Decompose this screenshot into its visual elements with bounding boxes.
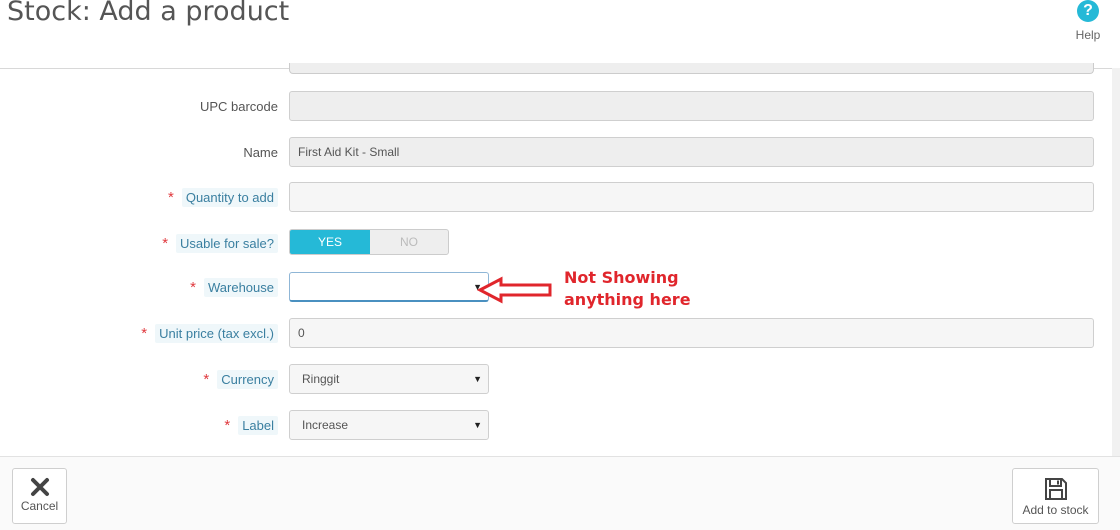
currency-label: * Currency xyxy=(203,364,278,396)
cancel-label: Cancel xyxy=(20,499,59,513)
upc-row: UPC barcode xyxy=(0,91,1112,123)
chevron-down-icon: ▼ xyxy=(473,374,482,384)
cancel-button[interactable]: Cancel xyxy=(12,468,67,524)
form-footer: Cancel Add to stock xyxy=(0,456,1120,530)
unit-price-row: * Unit price (tax excl.) 0 xyxy=(0,318,1112,350)
currency-row: * Currency Ringgit ▼ xyxy=(0,364,1112,396)
add-to-stock-label: Add to stock xyxy=(1022,503,1089,517)
annotation-note: Not Showing anything here xyxy=(564,267,691,311)
required-mark: * xyxy=(190,279,196,296)
chevron-down-icon: ▼ xyxy=(473,420,482,430)
label-row: * Label Increase ▼ xyxy=(0,410,1112,442)
previous-field-stub xyxy=(289,63,1094,74)
form-panel: UPC barcode Name First Aid Kit - Small *… xyxy=(0,63,1112,456)
save-icon xyxy=(1044,478,1067,500)
help-label: Help xyxy=(1075,28,1101,42)
scrollbar[interactable] xyxy=(1112,68,1120,456)
warehouse-row: * Warehouse ▼ xyxy=(0,272,1112,304)
currency-select[interactable]: Ringgit ▼ xyxy=(289,364,489,394)
add-to-stock-button[interactable]: Add to stock xyxy=(1012,468,1099,524)
name-field[interactable]: First Aid Kit - Small xyxy=(289,137,1094,167)
stock-label-label: * Label xyxy=(224,410,278,442)
warehouse-select[interactable]: ▼ xyxy=(289,272,489,302)
quantity-label: * Quantity to add xyxy=(168,182,278,214)
required-mark: * xyxy=(203,371,210,388)
quantity-row: * Quantity to add xyxy=(0,182,1112,214)
upc-field[interactable] xyxy=(289,91,1094,121)
annotation-line-2: anything here xyxy=(564,290,691,309)
usable-row: * Usable for sale? YES NO xyxy=(0,229,1112,261)
usable-label: * Usable for sale? xyxy=(162,228,278,260)
required-mark: * xyxy=(224,417,231,434)
required-mark: * xyxy=(141,325,148,342)
close-icon xyxy=(30,478,49,496)
unit-price-label: * Unit price (tax excl.) xyxy=(141,318,278,350)
stock-label-select[interactable]: Increase ▼ xyxy=(289,410,489,440)
name-row: Name First Aid Kit - Small xyxy=(0,137,1112,169)
upc-label: UPC barcode xyxy=(199,99,278,114)
required-mark: * xyxy=(167,189,174,206)
annotation-arrow-icon xyxy=(477,276,552,304)
unit-price-input[interactable]: 0 xyxy=(289,318,1094,348)
page-header: Stock: Add a product ? Help xyxy=(0,0,1120,69)
required-mark: * xyxy=(162,235,169,252)
help-button[interactable]: ? Help xyxy=(1068,0,1108,42)
quantity-input[interactable] xyxy=(289,182,1094,212)
help-icon: ? xyxy=(1077,0,1099,22)
usable-yes-option[interactable]: YES xyxy=(290,230,370,254)
page-title: Stock: Add a product xyxy=(7,0,290,27)
name-label: Name xyxy=(243,145,278,160)
usable-no-option[interactable]: NO xyxy=(370,230,448,254)
warehouse-label: * Warehouse xyxy=(190,272,278,304)
annotation-line-1: Not Showing xyxy=(564,268,679,287)
usable-toggle[interactable]: YES NO xyxy=(289,229,449,255)
